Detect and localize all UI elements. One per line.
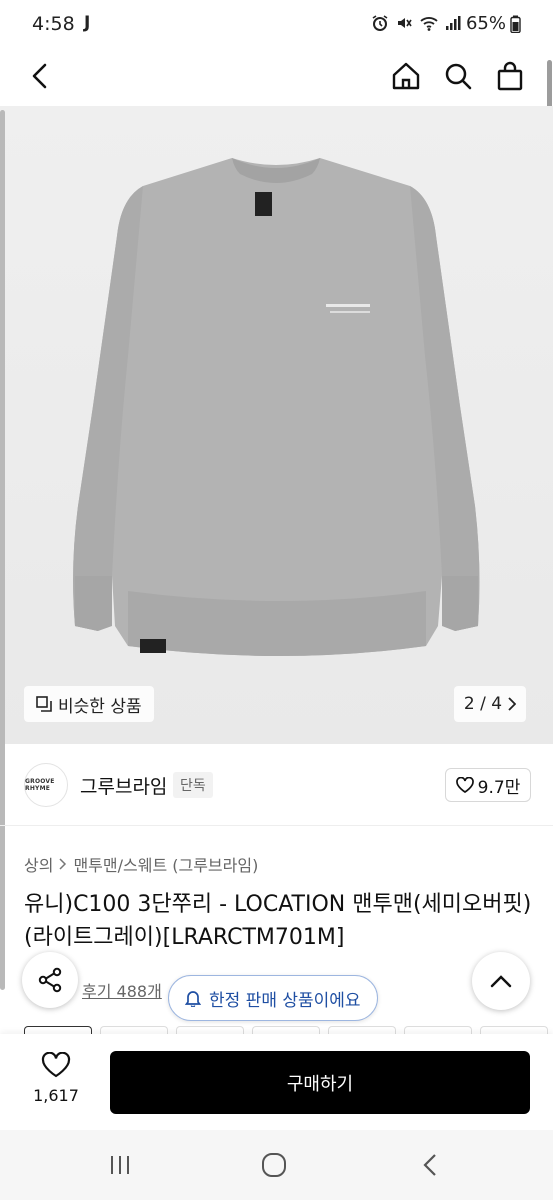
- brand-like-button[interactable]: 9.7만: [445, 768, 531, 802]
- share-icon: [38, 967, 62, 993]
- chevron-up-icon: [490, 975, 512, 988]
- breadcrumb: 상의 맨투맨/스웨트 (그루브라임): [24, 852, 258, 876]
- back-icon: [423, 1154, 436, 1176]
- home-button[interactable]: [386, 56, 426, 96]
- buy-button-label: 구매하기: [286, 1073, 354, 1095]
- alarm-icon: [372, 15, 388, 31]
- battery-status: 65%: [466, 13, 521, 34]
- purchase-bar: 1,617 구매하기: [0, 1034, 553, 1130]
- buy-button[interactable]: 구매하기: [110, 1051, 530, 1114]
- similar-products-label: 비슷한 상품: [58, 696, 142, 717]
- signal-icon: [446, 16, 461, 30]
- limited-sale-notice[interactable]: 한정 판매 상품이에요: [168, 975, 378, 1021]
- recents-button[interactable]: [100, 1148, 140, 1182]
- exclusive-badge: 단독: [173, 772, 213, 798]
- mute-icon: [398, 18, 412, 28]
- brand-logo[interactable]: GROOVE RHYME: [24, 763, 68, 807]
- chevron-right-icon: [59, 858, 67, 870]
- wishlist-button[interactable]: 1,617: [26, 1051, 86, 1105]
- heart-icon: [41, 1051, 71, 1078]
- brand-row: GROOVE RHYME 그루브라임 단독 9.7만: [0, 744, 553, 826]
- home-circle-icon: [262, 1153, 286, 1177]
- sweatshirt-image: [73, 158, 480, 656]
- search-button[interactable]: [438, 56, 478, 96]
- similar-products-button[interactable]: 비슷한 상품: [24, 686, 154, 722]
- wifi-icon: [420, 17, 438, 31]
- home-nav-button[interactable]: [254, 1148, 294, 1182]
- recents-icon: [111, 1156, 129, 1174]
- review-count: 후기 488개: [82, 982, 162, 1001]
- wishlist-count: 1,617: [33, 1086, 79, 1105]
- scroll-top-button[interactable]: [472, 952, 530, 1010]
- review-summary[interactable]: 후기 488개: [82, 978, 162, 1002]
- page-indicator-text: 2 / 4: [463, 694, 503, 714]
- back-nav-button[interactable]: [410, 1148, 450, 1182]
- side-scroll-indicator: [0, 110, 5, 990]
- search-icon: [445, 63, 472, 90]
- status-bar: 4:58 J 65%: [0, 0, 553, 50]
- copy-icon: [36, 696, 52, 712]
- notification-icon: J: [84, 13, 91, 33]
- breadcrumb-item[interactable]: 맨투맨/스웨트 (그루브라임): [73, 852, 258, 876]
- breadcrumb-item[interactable]: 상의: [24, 852, 53, 876]
- product-image-gallery[interactable]: 비슷한 상품 2 / 4: [0, 106, 553, 744]
- status-time: 4:58: [32, 13, 75, 35]
- chevron-left-icon: [32, 63, 47, 89]
- app-header: [0, 50, 553, 106]
- home-icon: [392, 62, 420, 90]
- detail-tabs-peek: [0, 1026, 553, 1034]
- shopping-bag-icon: [497, 61, 523, 91]
- limited-sale-label: 한정 판매 상품이에요: [209, 990, 361, 1011]
- back-button[interactable]: [20, 56, 60, 96]
- bell-icon: [185, 991, 201, 1007]
- cart-button[interactable]: [490, 56, 530, 96]
- product-title: 유니)C100 3단쭈리 - LOCATION 맨투맨(세미오버핏)(라이트그레…: [24, 892, 532, 950]
- system-nav-bar: [0, 1130, 553, 1200]
- share-button[interactable]: [22, 952, 78, 1008]
- battery-icon: [510, 15, 521, 33]
- brand-like-count: 9.7만: [477, 777, 521, 798]
- brand-name[interactable]: 그루브라임: [80, 772, 167, 799]
- battery-percent: 65%: [465, 13, 506, 34]
- chevron-right-icon: [508, 697, 517, 711]
- status-icons: [371, 14, 461, 32]
- gallery-page-indicator[interactable]: 2 / 4: [454, 686, 526, 722]
- heart-icon: [455, 777, 474, 793]
